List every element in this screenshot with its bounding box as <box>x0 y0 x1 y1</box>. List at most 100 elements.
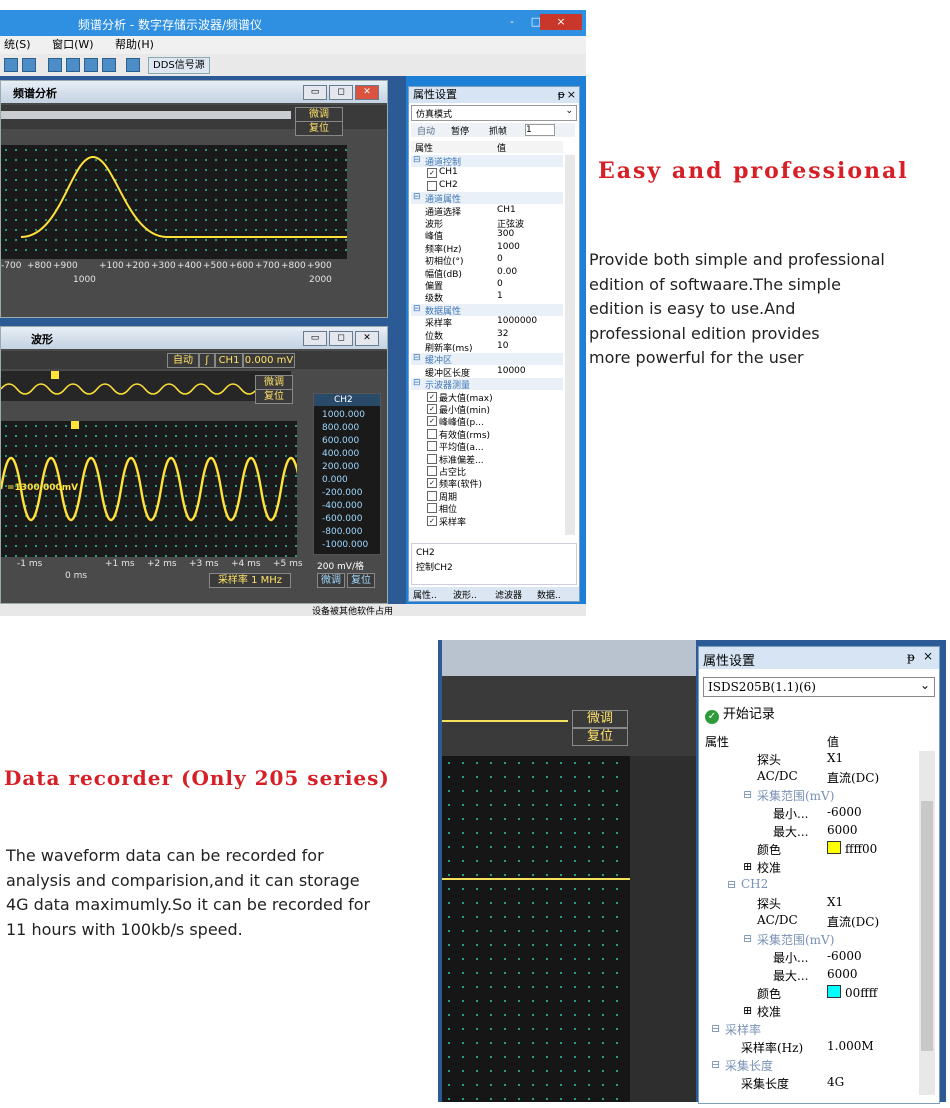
property-row[interactable]: 缓冲区长度 10000 <box>411 366 563 379</box>
property-value[interactable]: 0 <box>497 254 503 264</box>
spectrum-plot[interactable] <box>1 145 347 259</box>
property-row[interactable]: 采集长度 4G <box>703 1075 919 1093</box>
property-row[interactable]: ⊞ 校准 <box>703 1003 919 1021</box>
minimize-button[interactable]: - <box>500 14 524 30</box>
dds-signal-source-button[interactable]: DDS信号源 <box>148 57 210 74</box>
property-row[interactable]: CH2 <box>411 180 563 192</box>
property-row[interactable]: ✓ 最小值(min) <box>411 403 563 416</box>
property-value[interactable]: 1 <box>497 291 503 301</box>
collapse-icon[interactable]: ⊟ <box>413 353 421 363</box>
ch1-button[interactable]: CH1 <box>215 353 243 368</box>
auto-button[interactable]: 自动 <box>417 124 435 137</box>
checkbox[interactable] <box>427 441 437 452</box>
property-value[interactable]: 正弦波 <box>497 217 524 230</box>
property-row[interactable]: 频率(Hz) 1000 <box>411 242 563 255</box>
property-value[interactable]: 6000 <box>827 967 858 981</box>
property-row[interactable]: 相位 <box>411 502 563 515</box>
property-row[interactable]: 周期 <box>411 490 563 503</box>
capture-button[interactable]: 抓帧 <box>489 124 507 137</box>
property-row[interactable]: ⊟ 示波器测量 <box>411 378 563 391</box>
property-row[interactable]: 采样率(Hz) 1.000M <box>703 1039 919 1057</box>
property-row[interactable]: 最大... 6000 <box>703 967 919 985</box>
screen-icon[interactable] <box>48 58 62 72</box>
scrollbar-thumb[interactable] <box>921 801 933 1051</box>
checkbox[interactable]: ✓ <box>427 478 437 489</box>
property-value[interactable]: 1.000M <box>827 1039 874 1053</box>
property-value[interactable]: CH1 <box>497 205 516 215</box>
device-select[interactable]: ISDS205B(1.1)(6) ⌄ <box>703 677 935 697</box>
property-value[interactable]: X1 <box>827 751 843 765</box>
collapse-icon[interactable]: ⊟ <box>413 304 421 314</box>
property-row[interactable]: ✓ 频率(软件) <box>411 477 563 490</box>
checkbox[interactable] <box>427 466 437 476</box>
checkbox[interactable] <box>427 180 437 191</box>
tab-data[interactable]: 数据.. <box>537 588 561 601</box>
property-value[interactable]: 0.00 <box>497 267 517 277</box>
checkbox[interactable]: ✓ <box>427 416 437 427</box>
frame-count-select[interactable]: 1 <box>525 124 555 136</box>
checkbox[interactable] <box>427 428 437 439</box>
collapse-icon[interactable]: ⊟ <box>743 788 752 801</box>
property-value[interactable]: -6000 <box>827 949 862 963</box>
fine-tune-button[interactable]: 微调 <box>295 107 343 122</box>
checkbox[interactable] <box>427 490 437 501</box>
collapse-icon[interactable]: ⊟ <box>727 878 736 891</box>
property-row[interactable]: 探头 X1 <box>703 895 919 913</box>
pin-icon[interactable]: ᵽ <box>907 650 915 664</box>
property-row[interactable]: ⊟ 采集长度 <box>703 1057 919 1075</box>
property-value[interactable]: 10000 <box>497 366 526 376</box>
step-forward-icon[interactable] <box>22 58 36 72</box>
export-icon[interactable] <box>126 58 140 72</box>
property-row[interactable]: 采样率 1000000 <box>411 316 563 329</box>
property-row[interactable]: AC/DC 直流(DC) <box>703 913 919 931</box>
expand-icon[interactable]: ⊞ <box>743 860 752 873</box>
expand-icon[interactable]: ⊞ <box>743 1004 752 1017</box>
property-row[interactable]: ⊟ 采集范围(mV) <box>703 931 919 949</box>
reset-button[interactable]: 复位 <box>255 389 293 404</box>
tab-waveform[interactable]: 波形.. <box>453 588 477 601</box>
scrollbar[interactable] <box>919 751 935 1095</box>
mode-select[interactable]: 仿真模式 ⌄ <box>411 105 577 121</box>
auto-button[interactable]: 自动 <box>167 353 199 368</box>
property-value[interactable]: 直流(DC) <box>827 769 879 786</box>
collapse-icon[interactable]: ⊟ <box>413 378 421 388</box>
property-row[interactable]: 标准偏差... <box>411 453 563 466</box>
property-value[interactable]: 4G <box>827 1075 844 1089</box>
close-button[interactable]: ✕ <box>355 85 379 100</box>
property-row[interactable]: ⊞ 校准 <box>703 859 919 877</box>
property-row[interactable]: 占空比 <box>411 465 563 478</box>
pin-icon[interactable]: ᵽ <box>558 87 565 103</box>
property-row[interactable]: 最大... 6000 <box>703 823 919 841</box>
reset-button[interactable]: 复位 <box>295 121 343 136</box>
property-row[interactable]: 颜色 ffff00 <box>703 841 919 859</box>
pause-button[interactable]: 暂停 <box>451 124 469 137</box>
property-row[interactable]: 幅值(dB) 0.00 <box>411 267 563 280</box>
minimize-button[interactable]: ▭ <box>303 85 327 100</box>
property-value[interactable]: 1000 <box>497 242 520 252</box>
close-button[interactable]: ✕ <box>355 331 379 346</box>
reset-button[interactable]: 复位 <box>572 728 628 746</box>
collapse-icon[interactable]: ⊟ <box>743 932 752 945</box>
checkbox[interactable]: ✓ <box>427 391 437 402</box>
collapse-icon[interactable]: ⊟ <box>413 192 421 202</box>
tab-properties[interactable]: 属性.. <box>413 588 437 601</box>
grid-icon[interactable] <box>66 58 80 72</box>
property-row[interactable]: ⊟ 缓冲区 <box>411 353 563 366</box>
property-value[interactable]: 32 <box>497 329 508 339</box>
tab-filter[interactable]: 滤波器 <box>495 588 522 601</box>
property-row[interactable]: ✓ 采样率 <box>411 515 563 528</box>
checkbox[interactable]: ✓ <box>427 404 437 414</box>
close-icon[interactable]: × <box>567 87 576 103</box>
property-row[interactable]: 位数 32 <box>411 329 563 342</box>
trigger-level[interactable]: 0.000 mV <box>243 353 295 368</box>
property-value[interactable]: 1000000 <box>497 316 537 326</box>
property-row[interactable]: 探头 X1 <box>703 751 919 769</box>
property-value[interactable]: 6000 <box>827 823 858 837</box>
recorder-plot[interactable] <box>442 756 630 1102</box>
property-row[interactable]: 颜色 00ffff <box>703 985 919 1003</box>
color-swatch[interactable] <box>827 841 841 854</box>
restore-button[interactable]: ◻ <box>329 85 353 100</box>
menu-help[interactable]: 帮助(H) <box>115 38 154 51</box>
overview-strip[interactable] <box>0 371 291 401</box>
property-value[interactable]: 直流(DC) <box>827 913 879 930</box>
